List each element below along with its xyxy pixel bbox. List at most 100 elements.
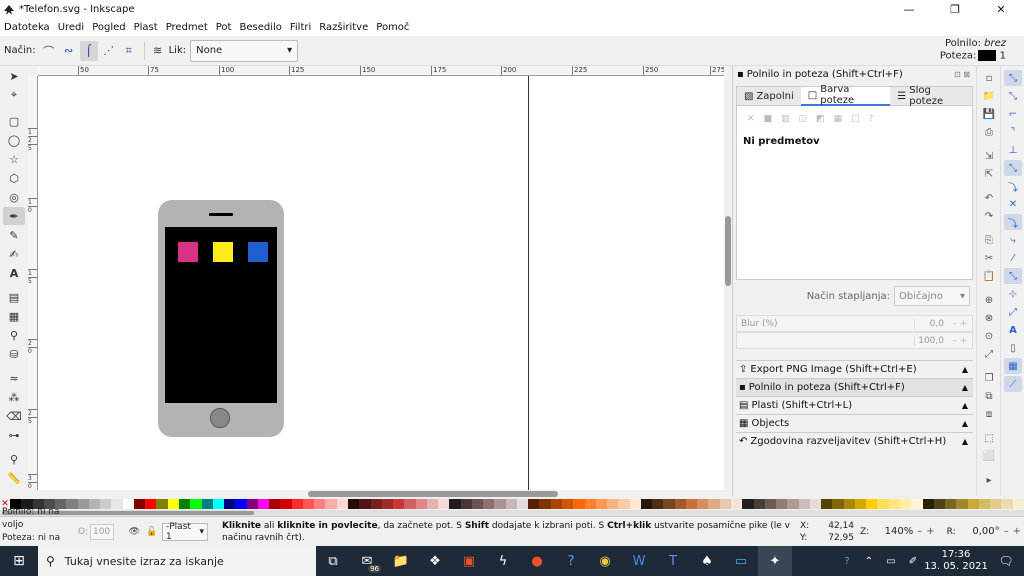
snap-grid-icon[interactable]: ▦ [1004, 358, 1022, 374]
mesh-gradient-icon[interactable]: ◩ [816, 114, 825, 124]
palette-swatch[interactable] [415, 499, 427, 509]
save-icon[interactable]: 💾 [980, 106, 998, 122]
palette-swatch[interactable] [652, 499, 664, 509]
snap-midpoint-icon[interactable]: ⁄ [1004, 250, 1022, 266]
palette-swatch[interactable] [978, 499, 991, 509]
palette-swatch[interactable] [618, 499, 630, 509]
snap-smooth-icon[interactable]: ⤷ [1004, 232, 1022, 248]
palette-swatch[interactable] [145, 499, 157, 509]
paint-bucket-tool-icon[interactable]: ⛁ [3, 345, 25, 363]
rotate-minus-icon[interactable]: – [1004, 526, 1009, 537]
inkscape-taskbar-icon[interactable]: ✦ [758, 546, 792, 576]
ungroup-icon[interactable]: ⬜ [980, 448, 998, 464]
minus-plus-icon[interactable]: – + [948, 319, 972, 329]
palette-swatch[interactable] [753, 499, 765, 509]
palette-swatch[interactable] [235, 499, 247, 509]
section-objects[interactable]: ▦ Objects ▲ [736, 414, 973, 432]
zoom-minus-icon[interactable]: – [917, 526, 922, 537]
spiral-tool-icon[interactable]: ◎ [3, 188, 25, 206]
palette-swatch[interactable] [573, 499, 585, 509]
palette-swatch[interactable] [494, 499, 506, 509]
tab-fill[interactable]: ▧ Zapolni [737, 87, 801, 106]
palette-swatch[interactable] [663, 499, 675, 509]
palette-swatch[interactable] [460, 499, 472, 509]
palette-swatch[interactable] [438, 499, 450, 509]
spray-tool-icon[interactable]: ⁂ [3, 388, 25, 406]
export-icon[interactable]: ⇱ [980, 166, 998, 182]
palette-swatch[interactable] [697, 499, 709, 509]
unlink-clone-icon[interactable]: ⧈ [980, 406, 998, 422]
connector-tool-icon[interactable]: ⊶ [3, 426, 25, 444]
palette-swatch[interactable] [302, 499, 315, 509]
tab-stroke-paint[interactable]: □ Barva poteze [800, 84, 891, 106]
help-tray-icon[interactable]: ? [836, 556, 858, 567]
duplicate-icon[interactable]: ❐ [980, 370, 998, 386]
snap-intersection-icon[interactable]: ✕ [1004, 196, 1022, 212]
star-tool-icon[interactable]: ☆ [3, 150, 25, 168]
remote-desktop-icon[interactable]: ▭ [724, 546, 758, 576]
file-explorer-icon[interactable]: 📁 [384, 546, 418, 576]
palette-swatch[interactable] [516, 499, 529, 509]
palette-swatch[interactable] [178, 499, 191, 509]
menu-object[interactable]: Predmet [166, 22, 208, 33]
regular-bezier-mode-icon[interactable]: ⌒ [40, 41, 58, 61]
scrollbar-thumb[interactable] [308, 491, 558, 497]
close-button[interactable]: ✕ [978, 0, 1024, 19]
section-undo-history[interactable]: ↶ Zgodovina razveljavitev (Shift+Ctrl+H) ▲ [736, 432, 973, 450]
blur-row[interactable]: Blur (%) 0,0 – + [736, 315, 973, 332]
pen-tool-icon[interactable]: ✒ [3, 207, 25, 225]
palette-swatch[interactable] [133, 499, 146, 509]
zoom-tool-icon[interactable]: ⚲ [3, 450, 25, 468]
style-indicator[interactable]: Polnilo: brez Poteza: 1 [940, 38, 1006, 63]
palette-swatch[interactable] [201, 499, 213, 509]
tweak-tool-icon[interactable]: ≈ [3, 369, 25, 387]
snap-bbox-edge-icon[interactable]: ⌐ [1004, 106, 1022, 122]
palette-swatch[interactable] [674, 499, 686, 509]
menu-view[interactable]: Pogled [92, 22, 125, 33]
palette-swatch[interactable] [731, 499, 743, 509]
measure-tool-icon[interactable]: 📏 [3, 469, 25, 487]
app-square-yellow[interactable] [213, 242, 233, 262]
text-tool-icon[interactable]: A [3, 264, 25, 282]
stroke-color-swatch[interactable] [978, 50, 997, 61]
palette-swatch[interactable] [945, 499, 957, 509]
palette-swatch[interactable] [471, 499, 484, 509]
palette-swatch[interactable] [629, 499, 641, 509]
snap-guide-icon[interactable]: ⟋ [1004, 376, 1022, 392]
snap-bbox-corner-icon[interactable]: ⌝ [1004, 124, 1022, 140]
copy-icon[interactable]: ⎘ [980, 232, 998, 248]
palette-swatch[interactable] [764, 499, 777, 509]
palette-swatch[interactable] [607, 499, 619, 509]
calligraphy-tool-icon[interactable]: ✍ [3, 245, 25, 263]
swatch-icon[interactable]: □ [851, 114, 860, 124]
palette-swatch[interactable] [990, 499, 1002, 509]
linear-gradient-icon[interactable]: ▥ [781, 114, 790, 124]
tab-stroke-style[interactable]: ☰ Slog poteze [890, 85, 972, 107]
redo-icon[interactable]: ↷ [980, 208, 998, 224]
palette-swatch[interactable] [956, 499, 968, 509]
zoom-plus-icon[interactable]: + [926, 526, 934, 537]
palette-swatch[interactable] [269, 499, 281, 509]
snap-path-icon[interactable]: ⤵ [1004, 178, 1022, 194]
palette-swatch[interactable] [888, 499, 900, 509]
palette-swatch[interactable] [967, 499, 979, 509]
palette-swatch[interactable] [393, 499, 405, 509]
menu-help[interactable]: Pomoč [376, 22, 409, 33]
pen-tray-icon[interactable]: ✐ [902, 556, 924, 567]
palette-swatch[interactable] [347, 499, 360, 509]
notification-icon[interactable]: 🗨 [988, 554, 1024, 568]
palette-swatch[interactable] [809, 499, 822, 509]
palette-swatch[interactable] [866, 499, 878, 509]
paraxial-mode-icon[interactable]: ⌗ [120, 41, 138, 61]
snap-nodes-icon[interactable]: ⤡ [1004, 160, 1022, 176]
pencil-tool-icon[interactable]: ✎ [3, 226, 25, 244]
drawing-canvas[interactable] [38, 76, 724, 490]
palette-swatch[interactable] [787, 499, 799, 509]
palette-swatch[interactable] [426, 499, 439, 509]
palette-swatch[interactable] [832, 499, 844, 509]
app-square-blue[interactable] [248, 242, 268, 262]
maximize-button[interactable]: ❐ [932, 0, 978, 19]
menu-file[interactable]: Datoteka [4, 22, 50, 33]
palette-swatch[interactable] [404, 499, 416, 509]
opacity-value[interactable]: 100,0 [914, 335, 948, 346]
